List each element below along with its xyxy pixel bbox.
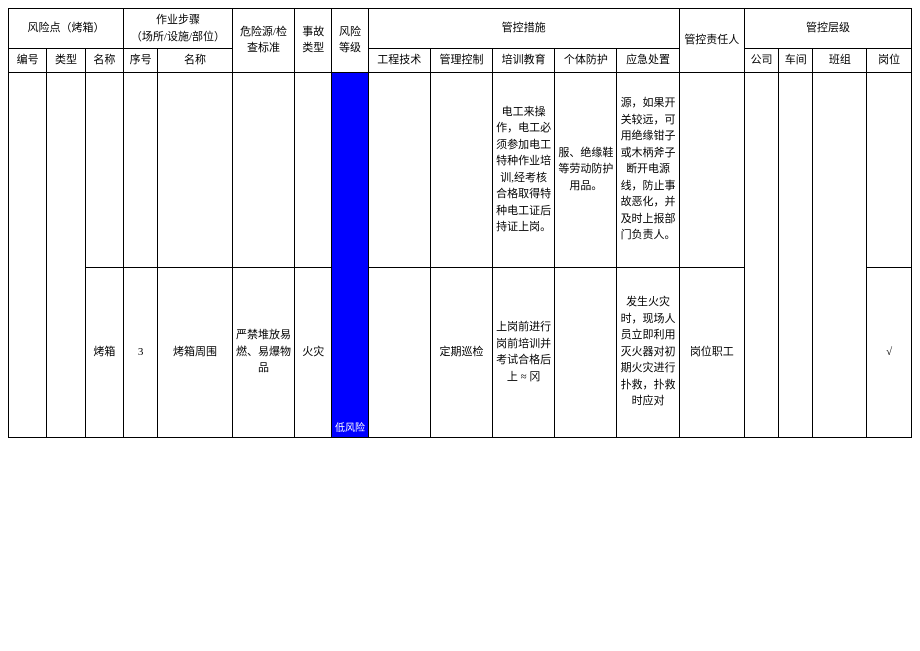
cell-name — [85, 72, 123, 267]
hdr-eng: 工程技术 — [368, 49, 430, 73]
hdr-idx: 编号 — [9, 49, 47, 73]
hdr-riskpoint: 风险点（烤箱） — [9, 9, 124, 49]
cell-post — [867, 72, 912, 267]
risk-control-table: 风险点（烤箱） 作业步骤 （场所/设施/部位） 危险源/检查标准 事故类型 风险… — [8, 8, 912, 438]
hdr-seq: 序号 — [124, 49, 158, 73]
hdr-measures: 管控措施 — [368, 9, 679, 49]
cell-seq: 3 — [124, 267, 158, 437]
table-header: 风险点（烤箱） 作业步骤 （场所/设施/部位） 危险源/检查标准 事故类型 风险… — [9, 9, 912, 73]
cell-accident — [295, 72, 332, 267]
cell-hazard: 严禁堆放易燃、易爆物品 — [232, 267, 294, 437]
hdr-worksteps: 作业步骤 （场所/设施/部位） — [124, 9, 233, 49]
cell-co — [744, 72, 778, 437]
hdr-team: 班组 — [813, 49, 867, 73]
cell-risklevel: 低风险 — [332, 72, 368, 437]
hdr-train: 培训教育 — [493, 49, 555, 73]
cell-type — [47, 72, 85, 437]
hdr-ws: 车间 — [779, 49, 813, 73]
cell-ppe: 服、绝缘鞋等劳动防护用品。 — [555, 72, 617, 267]
hdr-post: 岗位 — [867, 49, 912, 73]
cell-mgmt: 定期巡检 — [430, 267, 492, 437]
cell-eng — [368, 267, 430, 437]
hdr-risklevel: 风险等级 — [332, 9, 368, 73]
cell-team — [813, 72, 867, 437]
hdr-type: 类型 — [47, 49, 85, 73]
cell-train: 电工来操作，电工必须参加电工特种作业培训,经考核合格取得特种电工证后持证上岗。 — [493, 72, 555, 267]
cell-eng — [368, 72, 430, 267]
cell-mgmt — [430, 72, 492, 267]
cell-emerg: 发生火灾时，现场人员立即利用灭火器对初期火灾进行扑救，扑救时应对 — [617, 267, 679, 437]
cell-accident: 火灾 — [295, 267, 332, 437]
hdr-ppe: 个体防护 — [555, 49, 617, 73]
hdr-name: 名称 — [85, 49, 123, 73]
cell-name: 烤箱 — [85, 267, 123, 437]
hdr-emerg: 应急处置 — [617, 49, 679, 73]
hdr-mgmt: 管理控制 — [430, 49, 492, 73]
hdr-levels: 管控层级 — [744, 9, 911, 49]
hdr-co: 公司 — [744, 49, 778, 73]
cell-seq — [124, 72, 158, 267]
hdr-hazard: 危险源/检查标准 — [232, 9, 294, 73]
cell-stepname — [158, 72, 233, 267]
cell-resp: 岗位职工 — [679, 267, 744, 437]
hdr-responsible: 管控责任人 — [679, 9, 744, 73]
cell-ppe — [555, 267, 617, 437]
cell-stepname: 烤箱周围 — [158, 267, 233, 437]
hdr-accident: 事故类型 — [295, 9, 332, 73]
cell-hazard — [232, 72, 294, 267]
risklevel-label: 低风险 — [332, 423, 367, 437]
cell-train: 上岗前进行岗前培训并考试合格后上 ≈ 冈 — [493, 267, 555, 437]
table-row: 低风险 电工来操作，电工必须参加电工特种作业培训,经考核合格取得特种电工证后持证… — [9, 72, 912, 267]
cell-ws — [779, 72, 813, 437]
cell-resp — [679, 72, 744, 267]
cell-emerg: 源，如果开关较远，可用绝缘钳子或木柄斧子断开电源线，防止事故恶化，并及时上报部门… — [617, 72, 679, 267]
cell-post: √ — [867, 267, 912, 437]
cell-idx — [9, 72, 47, 437]
hdr-stepname: 名称 — [158, 49, 233, 73]
